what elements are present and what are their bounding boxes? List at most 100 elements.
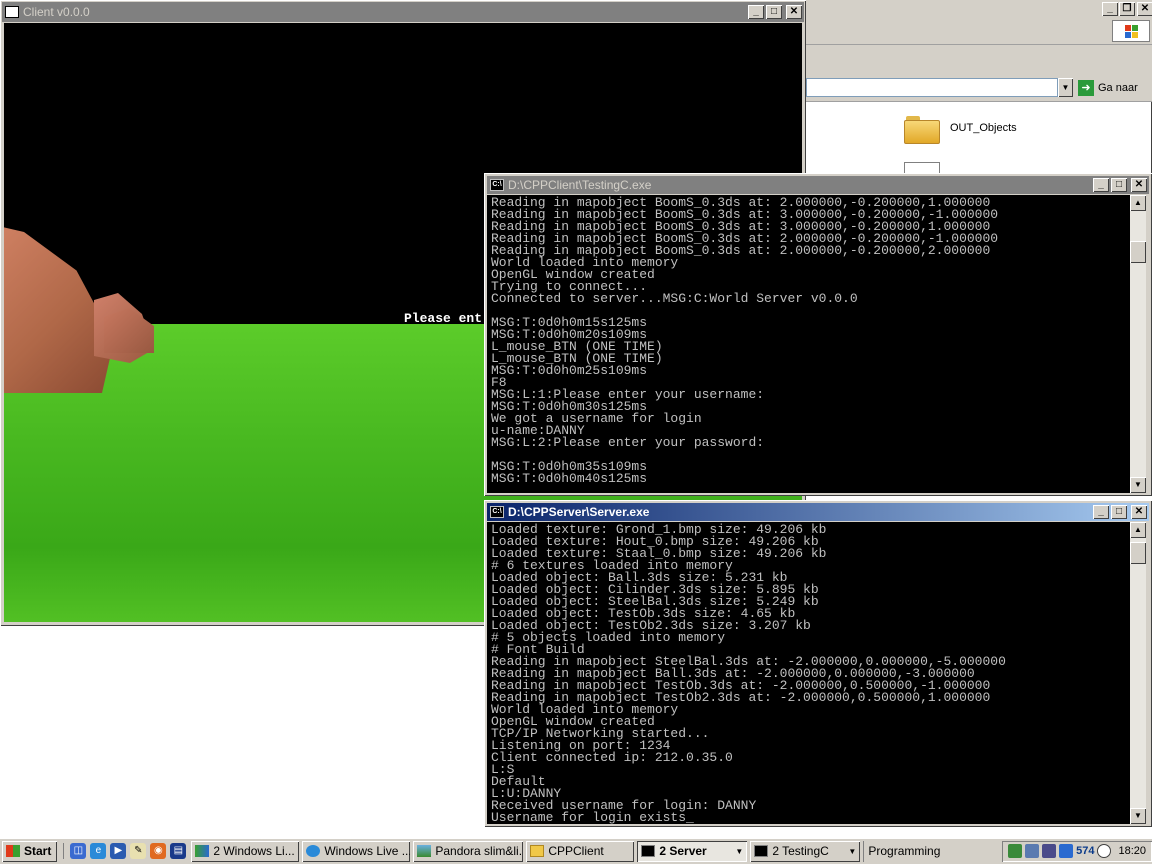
- task-pandora[interactable]: Pandora slim&li...: [413, 841, 523, 862]
- task-cppclient[interactable]: CPPClient: [526, 841, 634, 862]
- task-label: 2 TestingC: [772, 844, 829, 858]
- explorer-titlebar: _ ❐ ✕: [806, 0, 1152, 18]
- volume-icon[interactable]: [1042, 844, 1057, 858]
- folder-icon: [530, 845, 545, 857]
- client-titlebar: Client v0.0.0 _ □ ✕: [2, 2, 804, 22]
- folder-item[interactable]: OUT_Objects: [904, 112, 1017, 144]
- server-titlebar: C:\ D:\CPPServer\Server.exe _ □ ✕: [487, 503, 1149, 521]
- task-label: Windows Live ...: [324, 844, 411, 858]
- close-button[interactable]: ✕: [786, 5, 802, 19]
- media-player-icon[interactable]: ▶: [110, 843, 127, 859]
- server-console-window: C:\ D:\CPPServer\Server.exe _ □ ✕ Loaded…: [484, 500, 1152, 827]
- tools-icon[interactable]: [1059, 844, 1074, 858]
- task-label: CPPClient: [548, 844, 604, 858]
- prompt-text: Please ent: [404, 311, 483, 326]
- ie-icon[interactable]: e: [90, 843, 107, 859]
- console-line: L:S: [491, 762, 515, 777]
- console-line: MSG:L:2:Please enter your password:: [491, 435, 765, 450]
- explorer-addressbar: ▼ ➜ Ga naar: [806, 75, 1152, 102]
- windows-flag-icon: [6, 845, 20, 857]
- console-line: Default: [491, 774, 546, 789]
- scroll-down-arrow[interactable]: ▼: [1130, 808, 1146, 824]
- maximize-button[interactable]: □: [1111, 178, 1127, 192]
- server-console-output[interactable]: Loaded texture: Grond_1.bmp size: 49.206…: [487, 522, 1130, 824]
- console-line: MSG:T:0d0h0m40s125ms: [491, 471, 648, 486]
- task-server[interactable]: 2 Server ▼: [637, 840, 748, 862]
- explorer-toolbar: [806, 45, 1152, 75]
- minimize-button[interactable]: _: [748, 5, 764, 19]
- display-icon[interactable]: [1025, 844, 1040, 858]
- minimize-button[interactable]: _: [1102, 2, 1118, 16]
- console-line: We got a username for login: [491, 411, 702, 426]
- restore-button[interactable]: ❐: [1119, 2, 1135, 16]
- close-button[interactable]: ✕: [1137, 2, 1152, 16]
- ie-icon: [306, 845, 321, 857]
- image-icon: [417, 845, 432, 857]
- notepad-icon[interactable]: ✎: [130, 843, 147, 859]
- task-label: 2 Windows Li...: [213, 844, 295, 858]
- quick-launch: ◫ e ▶ ✎ ◉ ▤: [63, 843, 188, 859]
- chevron-down-icon: ▼: [735, 846, 744, 856]
- firefox-icon[interactable]: ◉: [150, 843, 167, 859]
- clock-icon[interactable]: [1097, 844, 1112, 858]
- taskbar: Start ◫ e ▶ ✎ ◉ ▤ 2 Windows Li... ▼ Wind…: [0, 838, 1152, 864]
- testing-title: D:\CPPClient\TestingC.exe: [508, 178, 652, 192]
- close-button[interactable]: ✕: [1131, 505, 1147, 519]
- address-input[interactable]: [806, 78, 1058, 97]
- desktop-icon[interactable]: ◫: [70, 843, 87, 859]
- task-label: Pandora slim&li...: [435, 844, 524, 858]
- task-windows-live-group[interactable]: 2 Windows Li... ▼: [191, 841, 299, 862]
- minimize-button[interactable]: _: [1093, 505, 1109, 519]
- maximize-button[interactable]: □: [766, 5, 782, 19]
- go-arrow-icon: ➜: [1078, 79, 1094, 96]
- start-label: Start: [24, 844, 52, 858]
- scroll-thumb[interactable]: [1130, 542, 1146, 564]
- rock-shape-far: [104, 308, 154, 353]
- task-programming[interactable]: Programming: [863, 840, 949, 862]
- testing-scrollbar[interactable]: ▲ ▼: [1130, 195, 1146, 493]
- console-icon: [754, 845, 769, 857]
- task-windows-live[interactable]: Windows Live ...: [302, 841, 410, 862]
- console-icon: C:\: [490, 506, 504, 518]
- task-label: 2 Server: [659, 844, 707, 858]
- maximize-button[interactable]: □: [1111, 505, 1127, 519]
- folder-label: OUT_Objects: [950, 122, 1017, 134]
- window-switcher-icon[interactable]: ▤: [170, 843, 187, 859]
- chevron-down-icon: ▼: [848, 846, 857, 856]
- network-icon[interactable]: [1008, 844, 1023, 858]
- console-line: MSG:T:0d0h0m25s109ms: [491, 363, 648, 378]
- scroll-down-arrow[interactable]: ▼: [1130, 477, 1146, 493]
- go-label: Ga naar: [1098, 81, 1138, 94]
- client-title: Client v0.0.0: [23, 5, 90, 19]
- console-line: Connected to server...MSG:C:World Server…: [491, 291, 858, 306]
- scroll-up-arrow[interactable]: ▲: [1130, 195, 1146, 211]
- address-dropdown-button[interactable]: ▼: [1058, 78, 1073, 97]
- go-button[interactable]: ➜ Ga naar: [1078, 78, 1148, 97]
- testing-titlebar: C:\ D:\CPPClient\TestingC.exe _ □ ✕: [487, 176, 1149, 194]
- folder-icon: [904, 112, 940, 144]
- messenger-icon: [195, 845, 210, 857]
- console-line: Client connected ip: 212.0.35.0: [491, 750, 733, 765]
- minimize-button[interactable]: _: [1093, 178, 1109, 192]
- scroll-up-arrow[interactable]: ▲: [1130, 522, 1146, 538]
- testing-console-window: C:\ D:\CPPClient\TestingC.exe _ □ ✕ Read…: [484, 173, 1152, 496]
- windows-logo-icon: [1112, 20, 1150, 42]
- explorer-menubar: [806, 18, 1152, 45]
- system-tray: 574 18:20: [1002, 841, 1152, 862]
- close-button[interactable]: ✕: [1131, 178, 1147, 192]
- explorer-window: _ ❐ ✕ ▼ ➜ Ga naar OUT_Objects: [806, 0, 1152, 200]
- server-title: D:\CPPServer\Server.exe: [508, 505, 650, 519]
- console-line: Username for login exists_: [491, 810, 694, 824]
- chevron-down-icon: ▼: [295, 847, 300, 856]
- server-scrollbar[interactable]: ▲ ▼: [1130, 522, 1146, 824]
- testing-console-output[interactable]: Reading in mapobject BoomS_0.3ds at: 2.0…: [487, 195, 1130, 493]
- scroll-thumb[interactable]: [1130, 241, 1146, 263]
- tray-number: 574: [1076, 845, 1095, 857]
- console-icon: [641, 845, 656, 857]
- task-testingc[interactable]: 2 TestingC ▼: [750, 841, 860, 862]
- clock[interactable]: 18:20: [1118, 845, 1146, 857]
- start-button[interactable]: Start: [2, 841, 57, 862]
- console-icon: C:\: [490, 179, 504, 191]
- task-label: Programming: [868, 844, 941, 858]
- console-line: # 5 objects loaded into memory: [491, 630, 726, 645]
